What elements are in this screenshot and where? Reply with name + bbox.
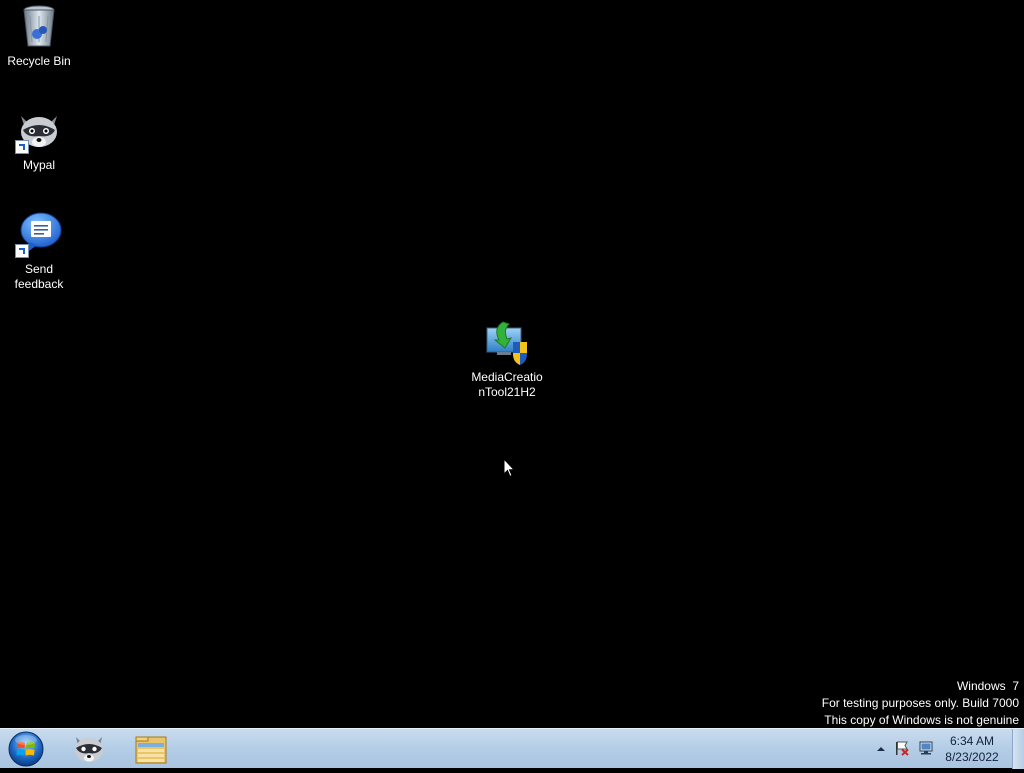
windows-watermark: Windows 7 For testing purposes only. Bui… [822,678,1019,729]
feedback-speech-bubble-icon [15,210,63,258]
clock-time: 6:34 AM [949,734,995,748]
media-creation-tool-label-line2: nTool21H2 [478,385,536,399]
shortcut-arrow-icon [15,140,29,154]
taskbar-mypal-button[interactable] [64,731,114,767]
taskbar: 6:34 AM 8/23/2022 [0,728,1024,769]
taskbar-clock[interactable]: 6:34 AM 8/23/2022 [942,733,1002,765]
watermark-genuine-notice: This copy of Windows is not genuine [824,713,1019,727]
mypal-shortcut[interactable]: Mypal [0,106,78,173]
show-desktop-button[interactable] [1012,729,1024,769]
recycle-bin-shortcut[interactable]: Recycle Bin [0,2,78,69]
taskbar-explorer-button[interactable] [126,731,176,767]
desktop[interactable]: Recycle Bin Mypal Send feedback MediaCre… [0,0,1024,728]
system-tray: 6:34 AM 8/23/2022 [864,729,1024,769]
media-creation-tool-shortcut[interactable]: MediaCreatio nTool21H2 [467,318,547,400]
mouse-cursor-icon [503,457,516,483]
send-feedback-label: Send feedback [14,262,64,291]
clock-date: 8/23/2022 [945,750,999,764]
shortcut-arrow-icon [15,244,29,258]
recycle-bin-icon [15,2,63,50]
chevron-up-icon[interactable] [876,741,886,759]
windows-start-orb-icon [8,731,44,767]
mypal-raccoon-icon [15,106,63,154]
recycle-bin-label: Recycle Bin [7,54,71,68]
media-creation-tool-icon [483,318,531,366]
watermark-edition: Windows 7 [956,679,1019,693]
network-icon[interactable] [918,740,934,761]
start-button[interactable] [6,730,46,768]
mypal-raccoon-icon [75,737,103,762]
send-feedback-shortcut[interactable]: Send feedback [0,210,78,292]
folder-explorer-icon [135,736,167,764]
watermark-build: For testing purposes only. Build 7000 [821,696,1019,710]
media-creation-tool-label-line1: MediaCreatio [471,370,543,384]
flag-icon[interactable] [894,740,910,761]
mypal-label: Mypal [22,158,55,172]
